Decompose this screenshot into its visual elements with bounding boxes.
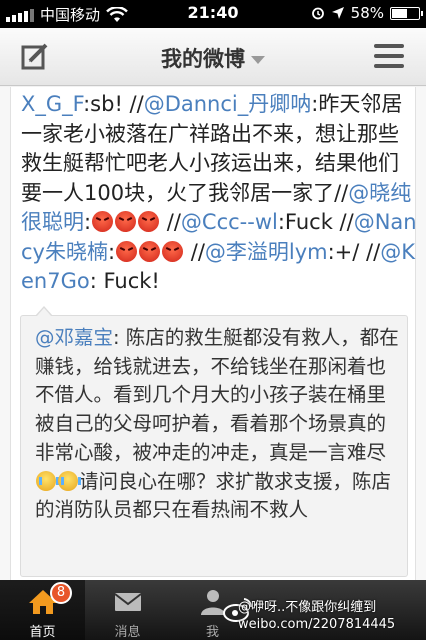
mention-link[interactable]: X_G_F [21,92,83,116]
angry-emoji-icon [116,240,138,262]
tab-home[interactable]: 8 首页 [0,580,85,640]
menu-icon[interactable] [374,44,404,68]
angry-emoji-icon [138,211,160,232]
post-text-segment: : Fuck! [89,269,160,293]
chevron-down-icon [251,55,265,64]
alarm-icon [311,7,324,20]
angry-emoji-icon [162,240,184,262]
mention-link[interactable]: @李溢明lym [205,240,328,264]
watermark-url: weibo.com/2207814445 [238,617,396,632]
post-text-segment: :sb! // [83,92,144,116]
nav-bar: 我的微博 [0,28,426,86]
tab-messages[interactable]: 消息 [85,580,170,640]
nav-title-dropdown[interactable]: 我的微博 [0,43,426,73]
status-right: 58% [311,4,423,22]
post-text: X_G_F:sb! //@Dannci_丹卿呐:昨天邻居一家老小被落在广祥路出不… [21,90,417,297]
status-bar: 中国移动 21:40 58% [0,0,426,28]
battery-percent: 58% [350,4,384,22]
repost-author-link[interactable]: @邓嘉宝 [35,326,113,349]
repost-text: @邓嘉宝: 陈店的救生艇都没有救人，都在赚钱，给钱就进去，不给钱坐在那闲着也不借… [35,324,401,525]
post-text-segment: :+/ // [327,239,381,264]
mail-icon [114,593,142,611]
angry-emoji-icon [115,211,137,232]
repost-box[interactable]: @邓嘉宝: 陈店的救生艇都没有救人，都在赚钱，给钱就进去，不给钱坐在那闲着也不借… [20,315,408,577]
post-text-segment: // [160,210,181,234]
watermark-user: @咿呀..不像跟你纠缠到 [238,600,377,615]
post-text-segment: // [184,239,205,264]
tab-label: 消息 [114,625,141,640]
mention-link[interactable]: @Ccc--wl [181,210,278,234]
angry-emoji-icon [92,211,114,232]
battery-icon [390,6,423,20]
angry-emoji-icon [139,240,161,262]
watermark: @咿呀..不像跟你纠缠到 weibo.com/2207814445 [238,599,426,633]
post-text-segment: : [84,210,92,234]
crying-emoji-icon [58,470,81,491]
crying-emoji-icon [36,470,59,491]
post-text-segment: :Fuck // [277,210,354,234]
location-arrow-icon [331,7,344,19]
mention-link[interactable]: @Dannci_丹卿呐 [144,92,312,116]
post-text-segment: : [107,239,116,264]
repost-pointer-inner [37,308,51,316]
notification-badge: 8 [50,582,72,604]
tab-label: 首页 [29,625,56,640]
repost-text-segment: 请问良心在哪？求扩散求支援，陈店的消防队员都只在看热闹不救人 [35,469,392,522]
page-title: 我的微博 [161,47,245,71]
post-card: X_G_F:sb! //@Dannci_丹卿呐:昨天邻居一家老小被落在广祥路出不… [10,87,417,580]
feed-content[interactable]: X_G_F:sb! //@Dannci_丹卿呐:昨天邻居一家老小被落在广祥路出不… [0,87,426,580]
